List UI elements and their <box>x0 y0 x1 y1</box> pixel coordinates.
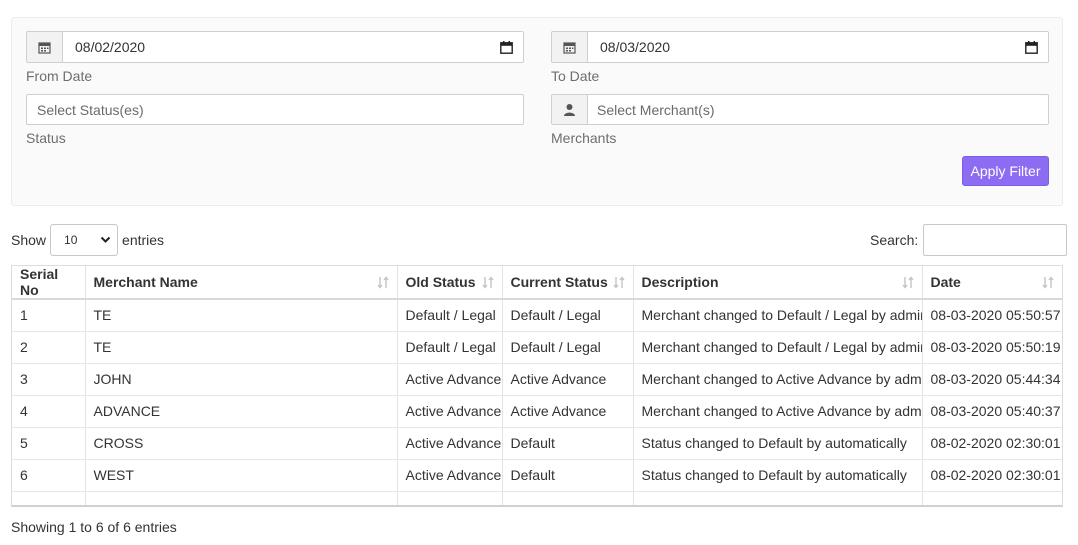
user-icon <box>552 95 588 124</box>
cell-merchant-name: JOHN <box>85 363 398 396</box>
cell-current-status: Active Advance <box>502 363 634 396</box>
column-header-description[interactable]: Description <box>633 266 923 300</box>
cell-description: Merchant changed to Default / Legal by a… <box>633 331 923 364</box>
calendar-icon <box>27 32 63 62</box>
to-date-value[interactable]: 08/03/2020 <box>588 32 1014 62</box>
status-history-table: Serial No Merchant Name Old Status Curre… <box>11 265 1063 507</box>
cell-old-status: Active Advance <box>397 459 503 492</box>
search-input[interactable] <box>923 224 1068 256</box>
sort-icon <box>481 276 494 292</box>
status-label: Status <box>26 130 66 146</box>
show-label: Show <box>11 232 47 248</box>
entries-length-control: Show 10 entries <box>11 224 164 256</box>
cell-old-status: Active Advance <box>397 363 503 396</box>
to-date-label: To Date <box>551 68 600 84</box>
cell-serial-no: 1 <box>12 299 86 332</box>
cell-serial-no: 2 <box>12 331 86 364</box>
cell-date: 08-03-2020 05:40:37 <box>922 395 1062 428</box>
merchant-placeholder: Select Merchant(s) <box>597 101 715 118</box>
cell-description: Status changed to Default by automatical… <box>633 459 923 492</box>
column-header-serial-no[interactable]: Serial No <box>12 266 86 300</box>
column-header-old-status[interactable]: Old Status <box>397 266 503 300</box>
cell-merchant-name: TE <box>85 299 398 332</box>
table-row: 6 WEST Active Advance Default Status cha… <box>12 459 1062 492</box>
table-info: Showing 1 to 6 of 6 entries <box>11 519 177 535</box>
entries-value: 10 <box>64 233 78 247</box>
table-header-row: Serial No Merchant Name Old Status Curre… <box>12 266 1062 300</box>
cell-date: 08-02-2020 02:30:01 <box>922 427 1062 460</box>
cell-description: Status changed to Default by automatical… <box>633 427 923 460</box>
cell-current-status: Default <box>502 427 634 460</box>
cell-merchant-name: TE <box>85 331 398 364</box>
cell-current-status: Active Advance <box>502 395 634 428</box>
table-search: Search: <box>870 224 1068 256</box>
cell-current-status: Default / Legal <box>502 331 634 364</box>
from-date-field[interactable]: 08/02/2020 <box>26 31 524 63</box>
column-header-date[interactable]: Date <box>922 266 1062 300</box>
cell-date: 08-03-2020 05:50:57 <box>922 299 1062 332</box>
table-row: 5 CROSS Active Advance Default Status ch… <box>12 427 1062 460</box>
cell-serial-no: 6 <box>12 459 86 492</box>
cell-serial-no: 3 <box>12 363 86 396</box>
date-picker-icon[interactable] <box>489 32 523 62</box>
column-header-merchant-name[interactable]: Merchant Name <box>85 266 398 300</box>
column-header-current-status[interactable]: Current Status <box>502 266 634 300</box>
cell-merchant-name: CROSS <box>85 427 398 460</box>
cell-old-status: Active Advance <box>397 427 503 460</box>
calendar-icon <box>552 32 588 62</box>
chevron-down-icon <box>100 234 111 248</box>
status-placeholder: Select Status(es) <box>37 101 144 118</box>
cell-merchant-name: ADVANCE <box>85 395 398 428</box>
entries-select[interactable]: 10 <box>50 224 119 256</box>
from-date-value[interactable]: 08/02/2020 <box>63 32 489 62</box>
from-date-label: From Date <box>26 68 93 84</box>
table-row: 2 TE Default / Legal Default / Legal Mer… <box>12 331 1062 364</box>
merchant-select[interactable]: Select Merchant(s) <box>551 94 1049 125</box>
cell-old-status: Default / Legal <box>397 299 503 332</box>
table-row: 1 TE Default / Legal Default / Legal Mer… <box>12 299 1062 332</box>
cell-serial-no: 5 <box>12 427 86 460</box>
cell-description: Merchant changed to Active Advance by ad… <box>633 363 923 396</box>
table-row: 3 JOHN Active Advance Active Advance Mer… <box>12 363 1062 396</box>
cell-date: 08-03-2020 05:44:34 <box>922 363 1062 396</box>
sort-icon <box>612 276 625 292</box>
status-select[interactable]: Select Status(es) <box>26 94 524 125</box>
cell-old-status: Default / Legal <box>397 331 503 364</box>
cell-serial-no: 4 <box>12 395 86 428</box>
cell-description: Merchant changed to Active Advance by ad… <box>633 395 923 428</box>
entries-label: entries <box>122 232 165 248</box>
cell-old-status: Active Advance <box>397 395 503 428</box>
cell-date: 08-03-2020 05:50:19 <box>922 331 1062 364</box>
table-row: 4 ADVANCE Active Advance Active Advance … <box>12 395 1062 428</box>
to-date-field[interactable]: 08/03/2020 <box>551 31 1049 63</box>
cell-description: Merchant changed to Default / Legal by a… <box>633 299 923 332</box>
cell-current-status: Default / Legal <box>502 299 634 332</box>
table-spacer-row <box>12 491 1062 505</box>
cell-date: 08-02-2020 02:30:01 <box>922 459 1062 492</box>
cell-current-status: Default <box>502 459 634 492</box>
search-label: Search: <box>870 232 919 248</box>
sort-icon <box>901 276 914 292</box>
cell-merchant-name: WEST <box>85 459 398 492</box>
apply-filter-button[interactable]: Apply Filter <box>962 156 1049 186</box>
sort-icon <box>1042 276 1054 292</box>
merchants-label: Merchants <box>551 130 617 146</box>
sort-icon <box>376 276 389 292</box>
date-picker-icon[interactable] <box>1014 32 1048 62</box>
